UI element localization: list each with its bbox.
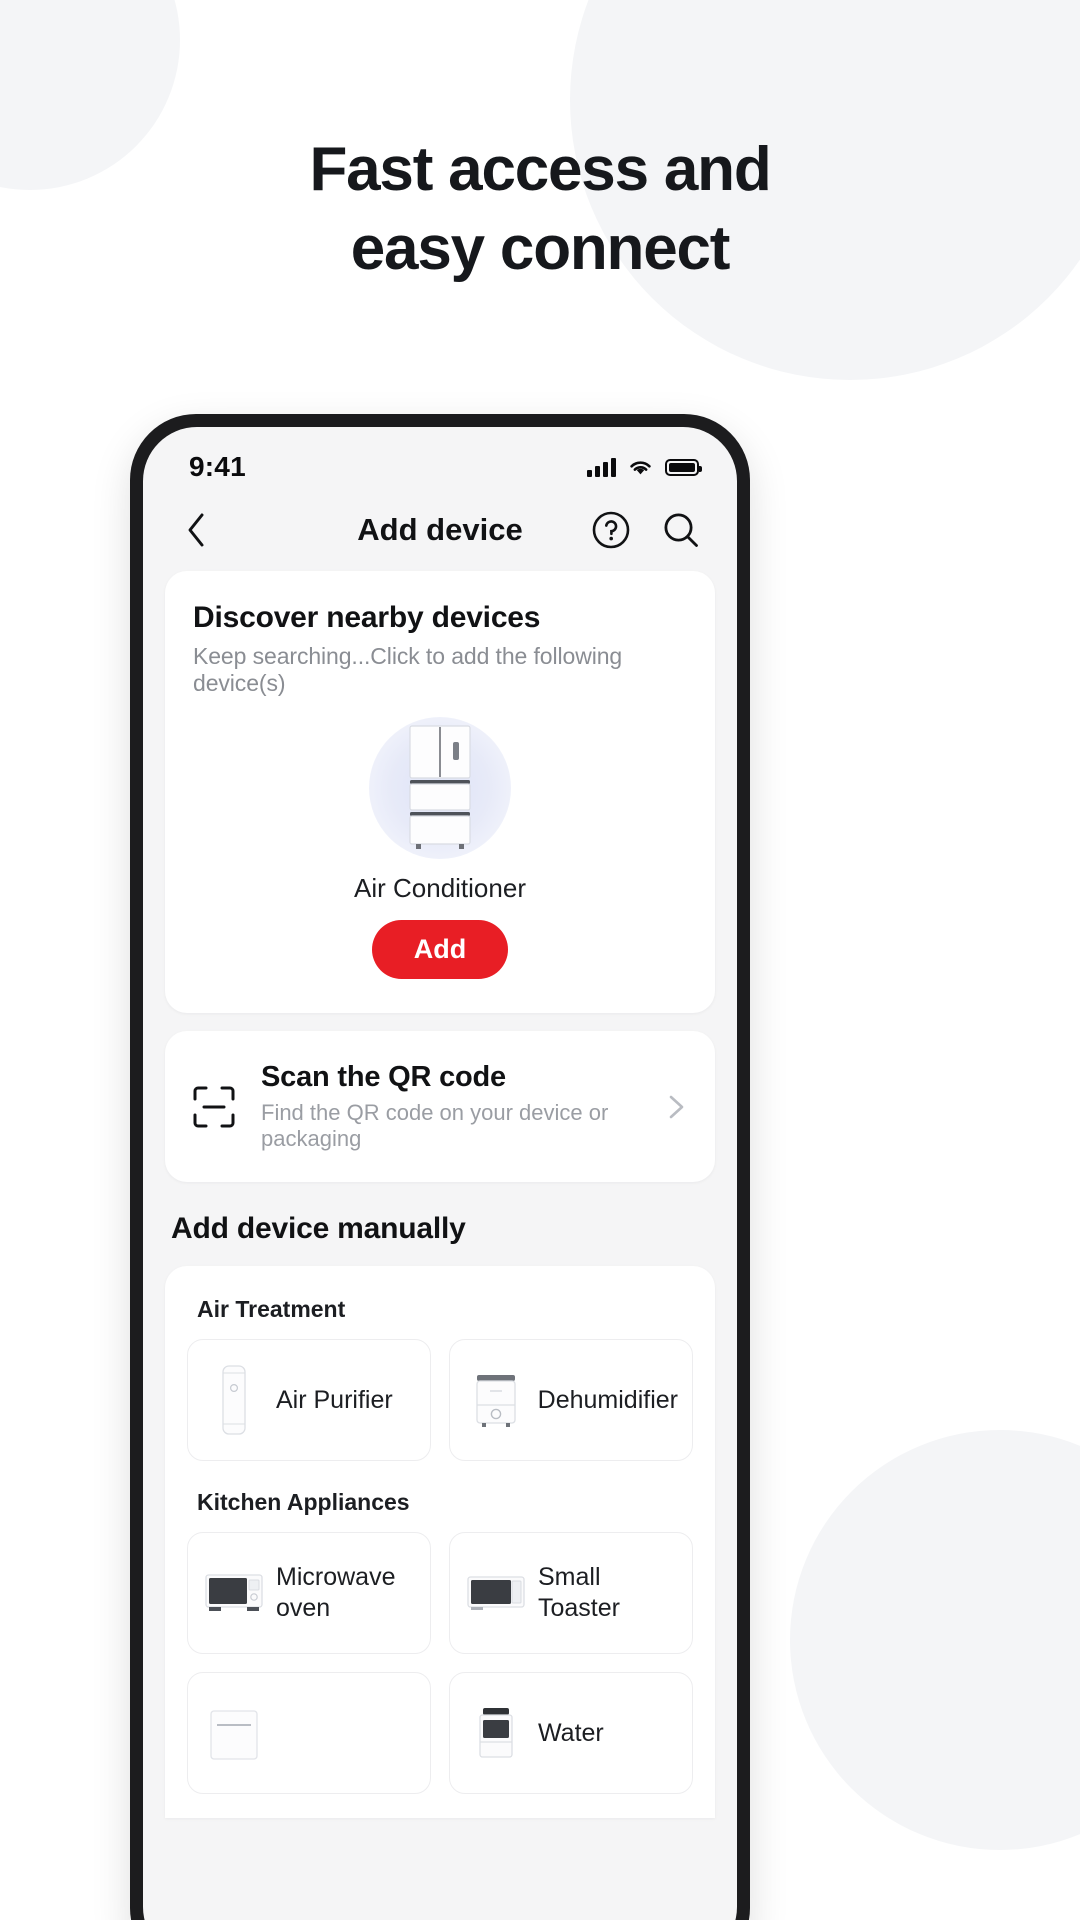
nav-bar: Add device [143,489,737,571]
air-purifier-icon [202,1362,266,1438]
tile-label: Small Toaster [538,1563,620,1622]
help-circle-icon [592,511,630,549]
tile-air-purifier[interactable]: Air Purifier [187,1339,431,1461]
status-icons [587,457,702,477]
manual-card: Air Treatment Air Purifier Dehumidifier … [165,1266,715,1818]
promo-headline: Fast access and easy connect [0,130,1080,288]
search-button[interactable] [659,508,703,552]
promo-page: Fast access and easy connect 9:41 Add de… [0,0,1080,1920]
discover-subtitle: Keep searching...Click to add the follow… [193,643,623,696]
small-toaster-icon [464,1555,528,1631]
headline-line-1: Fast access and [309,135,771,204]
scan-qr-texts: Scan the QR code Find the QR code on you… [261,1061,639,1152]
dishwasher-icon [202,1695,266,1771]
group-title-air-treatment: Air Treatment [197,1296,346,1322]
battery-icon [665,458,702,476]
dehumidifier-icon [464,1362,528,1438]
tile-dishwasher[interactable] [187,1672,431,1794]
back-button[interactable] [171,504,223,556]
scroll-body[interactable]: Discover nearby devices Keep searching..… [143,571,737,1818]
status-bar: 9:41 [143,427,737,489]
microwave-oven-icon [202,1555,266,1631]
cellular-signal-icon [587,457,616,477]
wifi-icon [630,461,651,475]
qr-scan-icon [193,1086,235,1127]
tile-water-dispenser[interactable]: Water [449,1672,693,1794]
add-device-button[interactable]: Add [371,920,509,979]
tile-small-toaster[interactable]: Small Toaster [449,1532,693,1654]
scan-qr-subtitle: Find the QR code on your device or packa… [261,1100,609,1151]
water-dispenser-icon [464,1695,528,1771]
discover-title: Discover nearby devices [193,601,541,634]
headline-line-2: easy connect [350,214,731,283]
tile-label: Air Purifier [276,1385,393,1414]
scan-qr-row[interactable]: Scan the QR code Find the QR code on you… [165,1031,715,1182]
tile-microwave-oven[interactable]: Microwave oven [187,1532,431,1654]
tile-label: Dehumidifier [537,1385,678,1414]
group-title-kitchen-appliances: Kitchen Appliances [197,1489,410,1515]
back-chevron-icon [188,513,204,547]
tile-label: Microwave oven [276,1563,396,1622]
search-icon [664,513,698,547]
discover-card: Discover nearby devices Keep searching..… [165,571,715,1013]
refrigerator-icon [409,725,471,849]
scan-qr-title: Scan the QR code [261,1061,506,1093]
tile-grid-air-treatment: Air Purifier Dehumidifier [187,1339,693,1461]
add-manually-heading: Add device manually [171,1212,466,1245]
discovered-device[interactable]: Air Conditioner Add [193,717,687,979]
tile-label: Water [538,1718,604,1747]
phone-mockup: 9:41 Add device Discover nearby devices … [130,414,750,1920]
tile-dehumidifier[interactable]: Dehumidifier [448,1339,693,1461]
nav-actions [589,508,703,552]
phone-screen: 9:41 Add device Discover nearby devices … [143,427,737,1920]
status-time: 9:41 [189,451,246,482]
background-blob-bottom-right [790,1430,1080,1850]
tile-grid-kitchen-appliances: Microwave oven Small Toaster Water [187,1532,693,1794]
help-button[interactable] [589,508,633,552]
device-glow [369,717,511,859]
discovered-device-label: Air Conditioner [354,873,526,903]
chevron-right-icon [669,1095,684,1118]
